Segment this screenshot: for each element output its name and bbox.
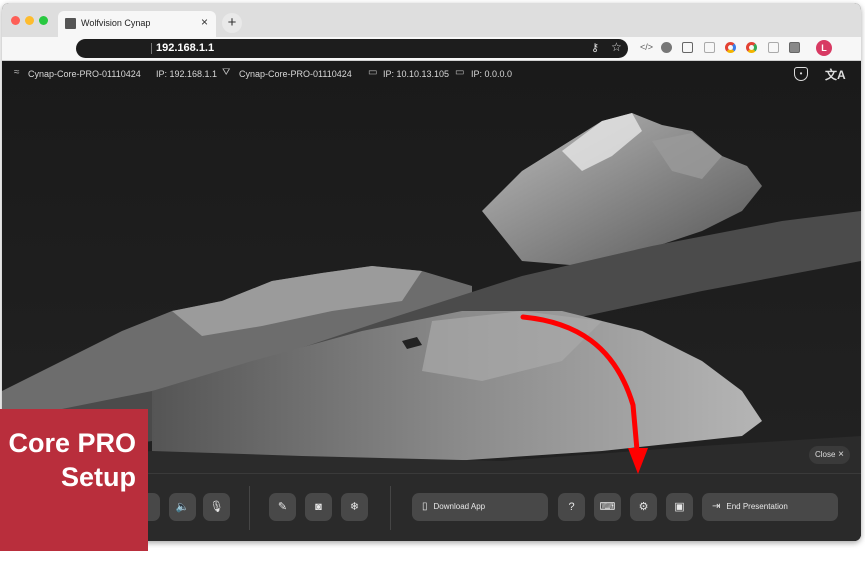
- camera-icon: ◙: [315, 501, 322, 513]
- dock-divider: [390, 486, 391, 530]
- key-icon[interactable]: ⚷: [591, 41, 599, 54]
- screen-button[interactable]: ▣: [666, 493, 693, 521]
- freeze-button[interactable]: ❄: [341, 493, 368, 521]
- address-bar[interactable]: 192.168.1.1 ⚷ ☆: [76, 39, 628, 58]
- help-icon: ?: [568, 501, 575, 513]
- download-app-label: Download App: [433, 502, 486, 511]
- bookmark-star-icon[interactable]: ☆: [611, 40, 622, 54]
- close-dock-button[interactable]: Close ×: [809, 446, 850, 464]
- screenshot: Wolfvision Cynap × + 192.168.1.1 ⚷ ☆ </>…: [0, 0, 865, 561]
- setup-badge: Core PRO Setup: [0, 409, 148, 551]
- device-info-bar: ≈ Cynap-Core-PRO-01110424 IP: 192.168.1.…: [2, 61, 861, 87]
- screenshot-button[interactable]: ◙: [305, 493, 332, 521]
- volume-button[interactable]: 🔈: [169, 493, 196, 521]
- badge-title-line-2: Setup: [60, 462, 136, 492]
- exit-icon: ⇥: [712, 501, 721, 512]
- end-presentation-button[interactable]: ⇥ End Presentation: [702, 493, 838, 521]
- settings-button[interactable]: ⚙: [630, 493, 657, 521]
- network-icon: ⛛: [222, 67, 231, 78]
- annotate-button[interactable]: ✎: [269, 493, 296, 521]
- language-icon[interactable]: 文A: [825, 66, 846, 83]
- lan-network-name: Cynap-Core-PRO-01110424: [239, 69, 352, 79]
- download-app-button[interactable]: ▯ Download App: [412, 493, 548, 521]
- profile-avatar[interactable]: L: [816, 40, 832, 56]
- shield-user-icon[interactable]: •: [794, 67, 808, 81]
- browser-titlebar: Wolfvision Cynap × +: [2, 3, 861, 37]
- ethernet-icon: ▭: [455, 67, 465, 78]
- address-divider: [151, 43, 152, 54]
- extension-pocket-icon[interactable]: [704, 42, 715, 53]
- code-extension-icon[interactable]: </>: [640, 42, 653, 53]
- settings-icon: ⚙: [638, 501, 649, 513]
- lan-ip-address-2: IP: 0.0.0.0: [471, 69, 513, 79]
- extension-window-icon[interactable]: [768, 42, 779, 53]
- keyboard-icon: ⌨: [599, 501, 616, 513]
- microphone-button[interactable]: 🎙: [203, 493, 230, 521]
- freeze-icon: ❄: [349, 501, 360, 513]
- extension-puzzle-icon[interactable]: [789, 42, 800, 53]
- end-presentation-label: End Presentation: [726, 502, 788, 511]
- address-text[interactable]: 192.168.1.1: [156, 42, 214, 54]
- new-tab-button[interactable]: +: [222, 13, 242, 33]
- maximize-window-button[interactable]: [39, 16, 48, 25]
- wifi-ip-address: IP: 192.168.1.1: [156, 69, 218, 79]
- badge-title-line-1: Core PRO: [8, 428, 136, 458]
- lan-ip-address-1: IP: 10.10.13.105: [383, 69, 450, 79]
- help-button[interactable]: ?: [558, 493, 585, 521]
- chrome-alt-icon[interactable]: [746, 42, 757, 53]
- close-window-button[interactable]: [11, 16, 20, 25]
- browser-toolbar: 192.168.1.1 ⚷ ☆ </> L: [2, 37, 861, 61]
- minimize-window-button[interactable]: [25, 16, 34, 25]
- dock-divider: [249, 486, 250, 530]
- phone-icon: ▯: [422, 501, 428, 512]
- volume-icon: 🔈: [175, 501, 190, 513]
- keyboard-button[interactable]: ⌨: [594, 493, 621, 521]
- screen-icon: ▣: [674, 501, 685, 513]
- wifi-icon: ≈: [14, 67, 20, 78]
- ethernet-icon: ▭: [368, 67, 378, 78]
- tab-title: Wolfvision Cynap: [81, 18, 151, 28]
- extension-globe-icon[interactable]: [661, 42, 672, 53]
- close-icon: ×: [838, 449, 844, 460]
- microphone-icon: 🎙: [209, 501, 224, 513]
- close-label: Close: [815, 450, 836, 459]
- annotate-icon: ✎: [277, 501, 288, 513]
- tab-close-button[interactable]: ×: [201, 16, 208, 28]
- extension-calendar-icon[interactable]: [682, 42, 693, 53]
- wifi-network-name: Cynap-Core-PRO-01110424: [28, 69, 141, 79]
- wolfvision-favicon-icon: [65, 18, 76, 29]
- browser-tab[interactable]: Wolfvision Cynap ×: [58, 11, 216, 37]
- chrome-icon[interactable]: [725, 42, 736, 53]
